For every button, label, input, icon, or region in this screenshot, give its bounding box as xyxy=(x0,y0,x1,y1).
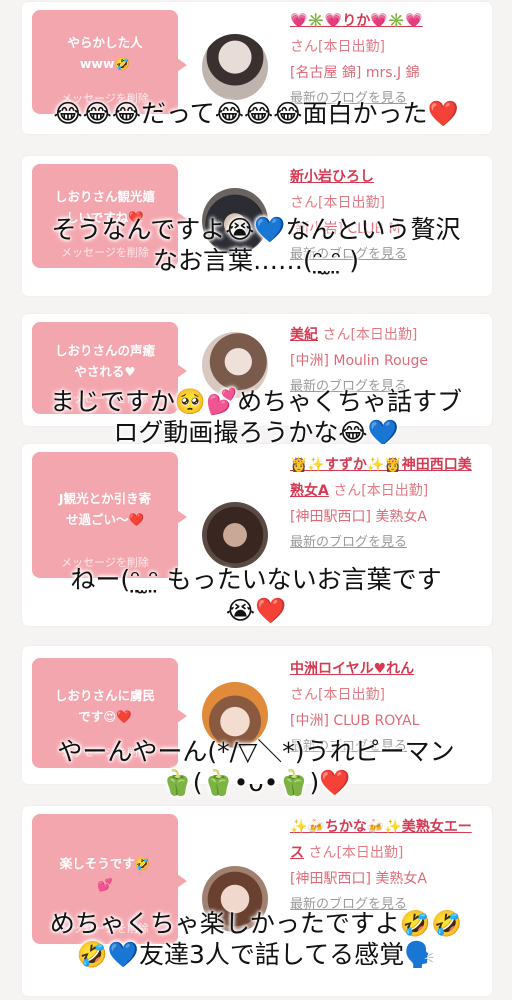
cast-name-link[interactable]: 💗✳️💗りか💗✳️💗 xyxy=(290,13,423,29)
caption-overlay: やーんやーん(*/▽＼*)うれピーマン 🫑(🫑•ᴗ•🫑)❤️ xyxy=(0,736,512,798)
shop-name[interactable]: [名古屋 錦] mrs.J 錦 xyxy=(290,60,480,86)
caption-line: やーんやーん(*/▽＼*)うれピーマン xyxy=(57,737,455,766)
message-text: しおりさんに虜民 です😍❤️ xyxy=(54,688,155,724)
caption-line: 😭❤️ xyxy=(225,596,287,625)
cast-info: ✨🍻ちかな🍻✨美熟女エース さん[本日出勤] [神田駅西口] 美熟女A 最新のブ… xyxy=(290,814,480,918)
message-text: 楽しそうです🤣 💕 xyxy=(59,856,151,892)
shop-name[interactable]: [神田駅西口] 美熟女A xyxy=(290,866,480,892)
cast-status: さん[本日出勤] xyxy=(333,483,429,499)
cast-status: さん[本日出勤] xyxy=(290,195,385,211)
shop-name[interactable]: [中洲] CLUB ROYAL xyxy=(290,708,480,734)
caption-overlay: めちゃくちゃ楽しかったですよ🤣🤣 🤣💙友達3人で話してる感覚🗣️ xyxy=(0,908,512,970)
caption-line: なお言葉……(ᵔ̤ ̫ᵔ̤ ) xyxy=(152,246,360,275)
caption-line: そうなんですよ😭💙なんという贅沢 xyxy=(51,215,461,244)
cast-name-link[interactable]: 美紀 xyxy=(290,327,318,343)
caption-line: めちゃくちゃ楽しかったですよ🤣🤣 xyxy=(49,909,463,938)
message-text: しおりさんの声癒 やされる♥ xyxy=(54,343,155,379)
caption-overlay: まじですか🥺💕めちゃくちゃ話すブ ログ動画撮ろうかな😂💙 xyxy=(0,386,512,448)
caption-line: 🤣💙友達3人で話してる感覚🗣️ xyxy=(76,940,436,969)
cast-status: さん[本日出勤] xyxy=(322,327,418,343)
blog-link[interactable]: 最新のブログを見る xyxy=(290,530,480,556)
caption-overlay: ねー(ᵔ̤ ̫ᵔ̤ もったいないお言葉です 😭❤️ xyxy=(0,564,512,626)
message-text: J観光とか引き寄 せ過ごい〜❤️ xyxy=(58,491,152,527)
cast-info: 💗✳️💗りか💗✳️💗 さん[本日出勤] [名古屋 錦] mrs.J 錦 最新のブ… xyxy=(290,8,480,112)
shop-name[interactable]: [中洲] Moulin Rouge xyxy=(290,348,480,374)
message-text: やらかした人 www🤣 xyxy=(67,35,143,71)
caption-line: まじですか🥺💕めちゃくちゃ話すブ xyxy=(49,387,463,416)
caption-line: 🫑(🫑•ᴗ•🫑)❤️ xyxy=(161,768,351,797)
cast-status: さん[本日出勤] xyxy=(290,687,385,703)
caption-line: 😂😂😂だって😂😂😂面白かった❤️ xyxy=(53,99,459,128)
cast-status: さん[本日出勤] xyxy=(308,845,404,861)
caption-line: ねー(ᵔ̤ ̫ᵔ̤ もったいないお言葉です xyxy=(70,565,442,594)
shop-name[interactable]: [神田駅西口] 美熟女A xyxy=(290,504,480,530)
avatar[interactable] xyxy=(202,502,268,568)
cast-status: さん[本日出勤] xyxy=(290,39,385,55)
message-bubble: J観光とか引き寄 せ過ごい〜❤️ メッセージを削除 xyxy=(32,452,187,578)
cast-name-link[interactable]: 中洲ロイヤル♥れん xyxy=(290,661,414,677)
avatar[interactable] xyxy=(202,34,268,100)
cast-info: 👸✨すずか✨👸神田西口美熟女A さん[本日出勤] [神田駅西口] 美熟女A 最新… xyxy=(290,452,480,556)
cast-name-link[interactable]: 新小岩ひろし xyxy=(290,169,374,185)
caption-overlay: そうなんですよ😭💙なんという贅沢 なお言葉……(ᵔ̤ ̫ᵔ̤ ) xyxy=(0,214,512,276)
caption-overlay: 😂😂😂だって😂😂😂面白かった❤️ xyxy=(0,98,512,129)
